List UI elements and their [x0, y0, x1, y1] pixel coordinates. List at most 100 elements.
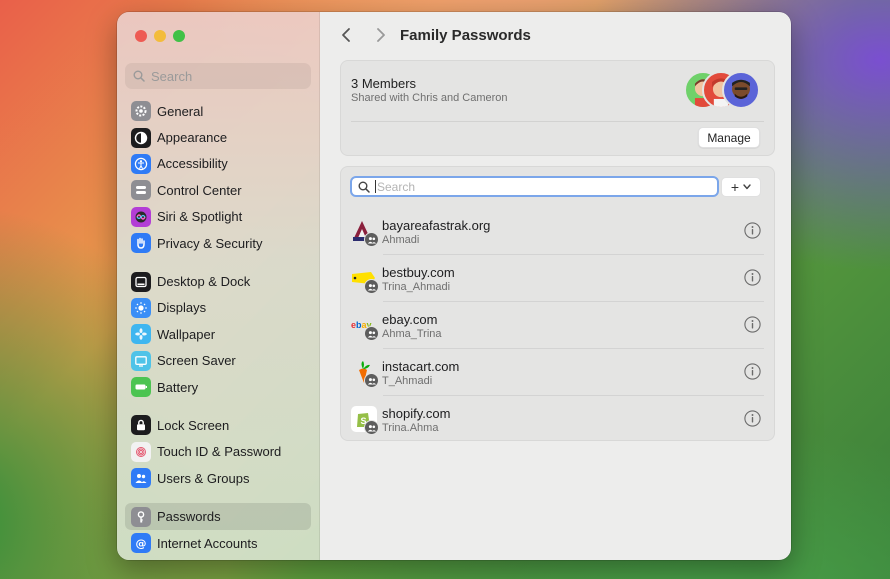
- sidebar-item-general[interactable]: General: [125, 98, 311, 124]
- minimize-window-button[interactable]: [154, 30, 166, 42]
- text-caret: [375, 180, 376, 193]
- site-name: bestbuy.com: [382, 265, 455, 280]
- info-icon[interactable]: [744, 222, 761, 239]
- password-list: bayareafastrak.org Ahmadi bestbuy.com Trina…: [341, 207, 774, 442]
- members-count: 3 Members: [351, 76, 417, 91]
- shared-group-icon: [364, 279, 379, 294]
- shared-group-icon: [364, 326, 379, 341]
- svg-text:@: @: [136, 537, 147, 550]
- sidebar-item-label: Screen Saver: [157, 353, 236, 369]
- password-row[interactable]: ebay ebay.com Ahma_Trina: [351, 301, 764, 348]
- sidebar: Search General Appearance Accessibility Con…: [117, 12, 320, 560]
- forward-button[interactable]: [371, 25, 391, 45]
- manage-button[interactable]: Manage: [698, 127, 760, 148]
- info-icon[interactable]: [744, 410, 761, 427]
- fingerprint-icon: [131, 441, 151, 462]
- back-button[interactable]: [336, 25, 356, 45]
- site-username: T_Ahmadi: [382, 375, 433, 387]
- siri-icon: [131, 206, 151, 227]
- zoom-window-button[interactable]: [173, 30, 185, 42]
- sidebar-item-label: Users & Groups: [157, 470, 250, 486]
- sidebar-item-displays[interactable]: Displays: [125, 295, 311, 321]
- site-name: instacart.com: [382, 359, 460, 374]
- sidebar-item-label: Wallpaper: [157, 326, 216, 342]
- divider: [351, 121, 764, 122]
- info-icon[interactable]: [744, 269, 761, 286]
- sidebar-item-desktop-and-dock[interactable]: Desktop & Dock: [125, 268, 311, 294]
- sidebar-item-label: Touch ID & Password: [157, 444, 282, 460]
- at-icon: @: [131, 533, 151, 554]
- sidebar-item-lock-screen[interactable]: Lock Screen: [125, 412, 311, 438]
- battery-icon: [131, 377, 151, 398]
- dock-icon: [131, 271, 151, 292]
- site-name: shopify.com: [382, 406, 451, 421]
- plus-icon: +: [730, 179, 740, 195]
- gear-icon: [131, 101, 151, 122]
- sun-icon: [131, 297, 151, 318]
- site-username: Trina.Ahma: [382, 422, 439, 434]
- lock-icon: [131, 415, 151, 436]
- password-row[interactable]: bayareafastrak.org Ahmadi: [351, 207, 764, 254]
- shared-group-icon: [364, 232, 379, 247]
- members-card: 3 Members Shared with Chris and Cameron: [340, 60, 775, 156]
- add-password-button[interactable]: +: [721, 177, 761, 197]
- sidebar-item-screen-saver[interactable]: Screen Saver: [125, 348, 311, 374]
- passwords-search-input[interactable]: [377, 179, 697, 194]
- sidebar-item-label: Lock Screen: [157, 417, 230, 433]
- search-icon: [358, 181, 370, 193]
- close-window-button[interactable]: [135, 30, 147, 42]
- password-row[interactable]: instacart.com T_Ahmadi: [351, 348, 764, 395]
- sidebar-search-input[interactable]: Search: [125, 63, 311, 89]
- sidebar-item-label: Siri & Spotlight: [157, 209, 243, 225]
- screen-saver-icon: [131, 350, 151, 371]
- page-title: Family Passwords: [400, 27, 531, 44]
- sidebar-item-touch-id-and-password[interactable]: Touch ID & Password: [125, 439, 311, 465]
- chevron-left-icon: [342, 28, 350, 42]
- control-center-icon: [131, 180, 151, 201]
- sidebar-item-label: Internet Accounts: [157, 535, 258, 551]
- sidebar-item-passwords[interactable]: Passwords: [125, 503, 311, 530]
- window-controls: [135, 30, 185, 42]
- password-row[interactable]: Sshopify.com Trina.Ahma: [351, 395, 764, 442]
- info-icon[interactable]: [744, 316, 761, 333]
- sidebar-item-wallpaper[interactable]: Wallpaper: [125, 321, 311, 347]
- sidebar-item-appearance[interactable]: Appearance: [125, 124, 311, 150]
- sidebar-item-label: Displays: [157, 300, 207, 316]
- sidebar-item-label: Privacy & Security: [157, 235, 263, 251]
- sidebar-item-internet-accounts[interactable]: @ Internet Accounts: [125, 530, 311, 556]
- sidebar-item-label: Appearance: [157, 130, 228, 146]
- password-row[interactable]: bestbuy.com Trina_Ahmadi: [351, 254, 764, 301]
- sidebar-search-placeholder: Search: [151, 68, 193, 84]
- site-name: ebay.com: [382, 312, 438, 327]
- sidebar-item-label: Battery: [157, 379, 199, 395]
- sidebar-item-label: General: [157, 103, 204, 119]
- sidebar-list: General Appearance Accessibility Control Ce…: [125, 98, 311, 556]
- site-username: Trina_Ahmadi: [382, 281, 451, 293]
- hand-icon: [131, 233, 151, 254]
- avatar-icon: [722, 71, 760, 109]
- sidebar-item-label: Desktop & Dock: [157, 274, 251, 290]
- sidebar-item-control-center[interactable]: Control Center: [125, 177, 311, 203]
- site-username: Ahmadi: [382, 234, 420, 246]
- sidebar-item-privacy-and-security[interactable]: Privacy & Security: [125, 230, 311, 256]
- sidebar-item-label: Passwords: [157, 509, 221, 525]
- shared-group-icon: [364, 373, 379, 388]
- sidebar-item-label: Accessibility: [157, 156, 228, 172]
- appearance-icon: [131, 127, 151, 148]
- sidebar-item-label: Control Center: [157, 182, 242, 198]
- passwords-search-field[interactable]: [350, 176, 719, 197]
- members-subtitle: Shared with Chris and Cameron: [351, 92, 508, 104]
- sidebar-item-users-and-groups[interactable]: Users & Groups: [125, 465, 311, 491]
- info-icon[interactable]: [744, 363, 761, 380]
- passwords-card: + bayareafastrak.orgAhmadibestbuy.comTri…: [340, 166, 775, 441]
- key-icon: [131, 506, 151, 527]
- sidebar-item-accessibility[interactable]: Accessibility: [125, 151, 311, 177]
- sidebar-item-battery[interactable]: Battery: [125, 374, 311, 400]
- flower-icon: [131, 324, 151, 345]
- site-username: Ahma_Trina: [382, 328, 442, 340]
- sidebar-item-siri-and-spotlight[interactable]: Siri & Spotlight: [125, 204, 311, 230]
- search-icon: [133, 70, 145, 82]
